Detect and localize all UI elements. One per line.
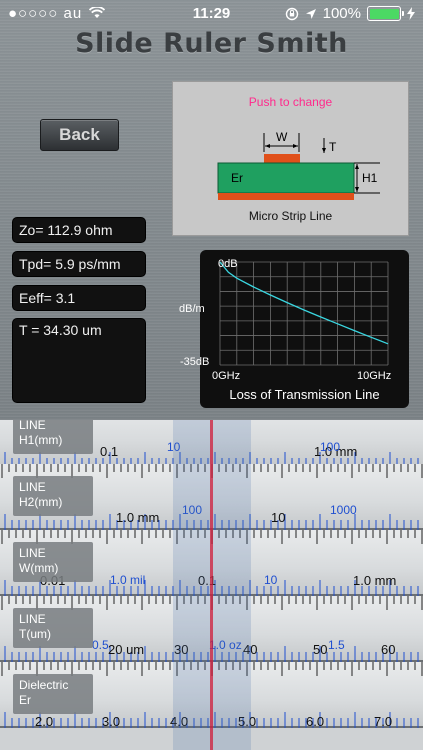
scale-number: 4.0 (170, 714, 189, 729)
t-value: T = 34.30 um (13, 319, 145, 402)
label-w: W (276, 130, 288, 144)
scale-number: 6.0 (306, 714, 325, 729)
eeff-value: Eeff= 3.1 (13, 286, 145, 310)
scale-number-blue: 1000 (330, 503, 357, 517)
scale-number: 1.0 mm (116, 510, 160, 525)
strip-label-type: LINE (19, 480, 46, 494)
strip-label-param: H2(mm) (19, 495, 63, 509)
scale-number-blue: 0.5 (92, 638, 109, 652)
scale-number: 5.0 (238, 714, 257, 729)
back-button[interactable]: Back (40, 119, 119, 151)
scale-number: 10 (271, 510, 286, 525)
graph-grid (219, 261, 389, 366)
strip-label-param: W(mm) (19, 561, 59, 575)
label-er: Er (231, 171, 243, 185)
scale-number: 2.0 (35, 714, 54, 729)
label-t: T (329, 140, 337, 154)
strip-label: LINE T(um) (13, 608, 93, 648)
microstrip-diagram-button[interactable]: Push to change W T Er H1 Micro Strip Lin… (172, 81, 409, 236)
strip-label-type: LINE (19, 546, 46, 560)
diagram-caption: Micro Strip Line (248, 209, 333, 223)
scale-number: 50 (313, 642, 328, 657)
zo-value: Zo= 112.9 ohm (13, 218, 145, 242)
y-unit-label: dB/m (179, 303, 205, 315)
scale-number-blue: 1.0 mil (110, 573, 146, 587)
scale-number-blue: 1.0 oz (209, 638, 242, 652)
strip-label: Dielectric Er (13, 674, 93, 714)
strip-label-type: Dielectric (19, 678, 69, 692)
scale-number-blue: 10 (264, 573, 278, 587)
battery-icon (367, 6, 404, 21)
scale-number-blue: 10 (167, 440, 181, 454)
scale-number: 0.1 (198, 573, 217, 588)
scale-number: 3.0 (102, 714, 121, 729)
scale-number: 0.1 (100, 444, 119, 459)
scale-number-blue: 100 (182, 503, 203, 517)
y-bottom-label: -35dB (180, 356, 209, 368)
strip-label-param: H1(mm) (19, 433, 63, 447)
graph-caption: Loss of Transmission Line (229, 387, 380, 402)
rotation-lock-icon (285, 7, 298, 20)
strip-label-param: T(um) (19, 627, 51, 641)
strip-label: LINE W(mm) (13, 542, 93, 582)
strip-label-type: LINE (19, 612, 46, 626)
charging-bolt-icon (407, 7, 415, 20)
scale-number: 7.0 (374, 714, 393, 729)
battery-percent: 100% (322, 5, 361, 22)
loss-graph-panel: 0dB dB/m -35dB 0GHz 10GHz Loss of Transm… (179, 250, 409, 408)
strip-label: LINE H1(mm) (13, 420, 93, 454)
tpd-value: Tpd= 5.9 ps/mm (13, 252, 145, 276)
x-right-label: 10GHz (357, 370, 391, 382)
label-h1: H1 (362, 171, 378, 185)
scale-number: 40 (243, 642, 258, 657)
scale-number: 1.0 mm (353, 573, 397, 588)
scale-number-blue: 1.5 (328, 638, 345, 652)
strip-label: LINE H2(mm) (13, 476, 93, 516)
app-title: Slide Ruler Smith (75, 28, 348, 59)
status-bar: ●○○○○ au 11:29 100% (0, 0, 423, 28)
scale-number: 20 um (108, 642, 145, 657)
scale-number: 30 (174, 642, 189, 657)
strip-label-type: LINE (19, 420, 46, 432)
status-right: 100% (285, 5, 415, 22)
scale-number-blue: 100 (320, 440, 341, 454)
y-top-label: 0dB (218, 258, 238, 270)
slide-rule-area[interactable]: 0.1 1.0 mm 10 100 LINE H1(mm) 1.0 mm 10 100 1000 L… (0, 420, 423, 750)
scale-number: 60 (381, 642, 396, 657)
x-left-label: 0GHz (212, 370, 240, 382)
strip-label-param: Er (19, 693, 31, 707)
loss-graph: 0dB dB/m -35dB 0GHz 10GHz (179, 258, 391, 382)
location-arrow-icon (305, 8, 316, 19)
